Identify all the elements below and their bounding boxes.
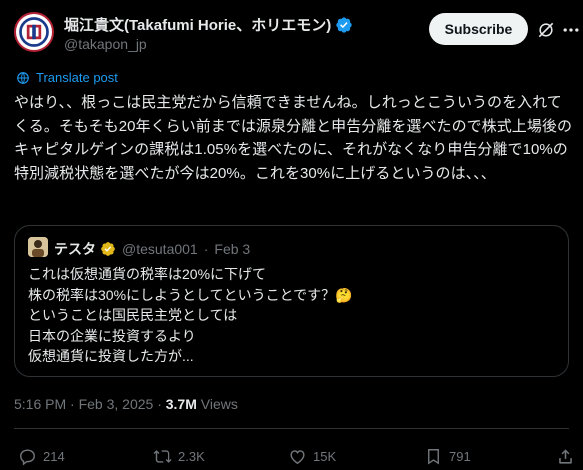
- heart-icon: [290, 450, 305, 465]
- author-name[interactable]: 堀江貴文(Takafumi Horie、ホリエモン): [64, 14, 331, 35]
- quote-text: これは仮想通貨の税率は20%に下げて 株の税率は30%にしようとしてということで…: [28, 266, 353, 364]
- translate-post-label[interactable]: Translate post: [36, 70, 118, 85]
- post-time[interactable]: 5:16 PM · Feb 3, 2025 ·: [14, 396, 166, 412]
- reply-count: 214: [43, 449, 65, 464]
- quote-author-name[interactable]: テスタ: [54, 239, 96, 259]
- verified-badge-icon: [336, 16, 352, 33]
- quote-separator: ·: [203, 241, 209, 257]
- repost-count: 2.3K: [178, 449, 205, 464]
- like-count: 15K: [313, 449, 337, 464]
- like-button[interactable]: 15K: [288, 447, 336, 466]
- globe-icon: [17, 71, 29, 84]
- avatar-logo-icon: [17, 15, 51, 49]
- views-count: 3.7M: [165, 396, 197, 412]
- author-name-row[interactable]: 堀江貴文(Takafumi Horie、ホリエモン): [64, 14, 353, 35]
- divider: [14, 428, 569, 429]
- post-meta: 5:16 PM · Feb 3, 2025 · 3.7M Views: [14, 396, 238, 412]
- gold-verified-badge-icon: [101, 242, 115, 256]
- reply-button[interactable]: 214: [18, 447, 65, 466]
- repost-button[interactable]: 2.3K: [153, 447, 205, 466]
- quote-author-handle: @tesuta001: [122, 241, 198, 257]
- translate-post-link[interactable]: Translate post: [16, 70, 118, 85]
- share-button[interactable]: [556, 447, 575, 466]
- bookmark-count: 791: [449, 449, 471, 464]
- share-icon: [559, 449, 572, 464]
- bookmark-icon: [428, 449, 439, 465]
- subscribe-button[interactable]: Subscribe: [429, 13, 528, 45]
- post-text: やはり、、根っこは民主党だから信頼できませんね。しれっとこういうのを入れてくる。…: [14, 94, 572, 182]
- quote-avatar-image-icon: [28, 237, 48, 257]
- quote-date: Feb 3: [214, 241, 251, 257]
- author-handle[interactable]: @takapon_jp: [64, 36, 147, 52]
- quote-header: テスタ @tesuta001 · Feb 3: [54, 239, 250, 259]
- more-options-icon[interactable]: [561, 20, 581, 40]
- quote-author-avatar[interactable]: [28, 237, 48, 257]
- views-label: Views: [196, 396, 238, 412]
- reply-icon: [20, 449, 35, 466]
- author-avatar[interactable]: [14, 12, 54, 52]
- grok-icon[interactable]: [536, 20, 556, 40]
- repost-icon: [153, 450, 172, 463]
- bookmark-button[interactable]: 791: [424, 447, 471, 466]
